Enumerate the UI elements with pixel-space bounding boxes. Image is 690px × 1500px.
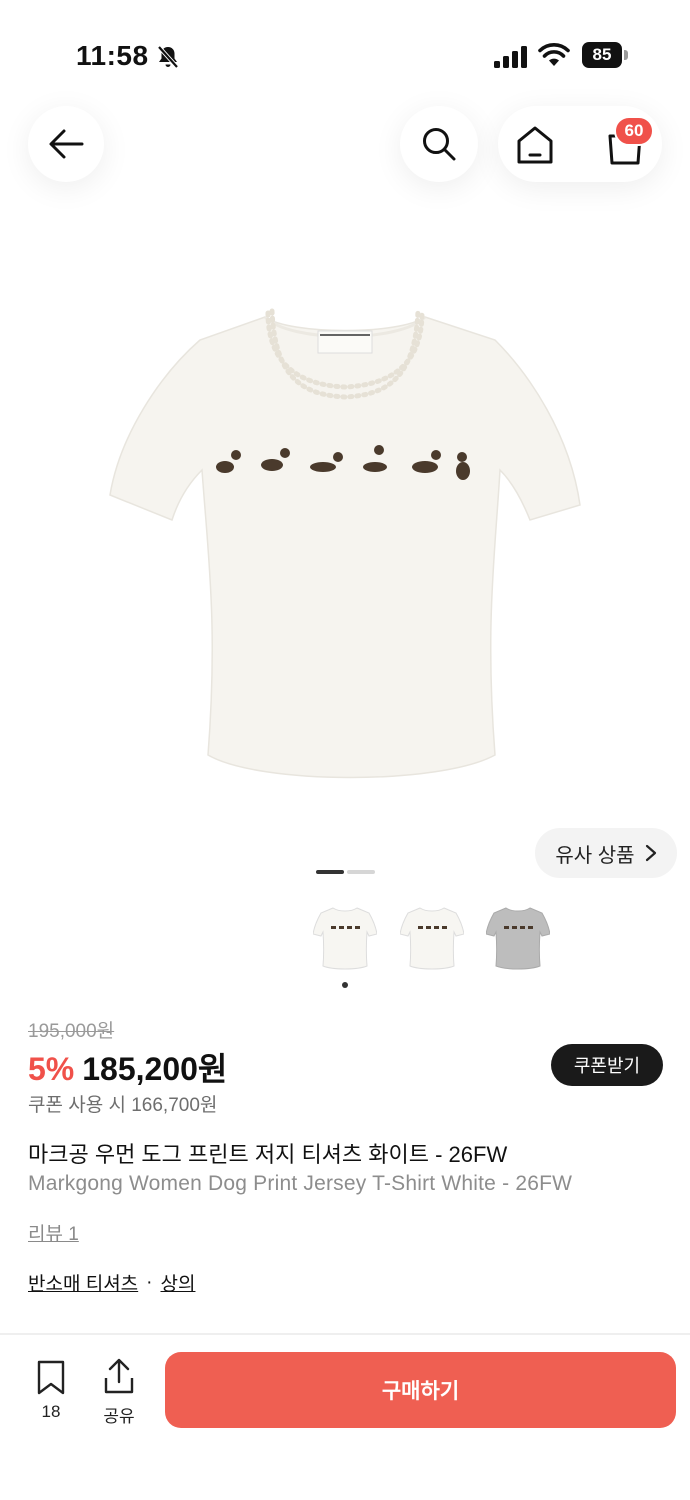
product-title-korean: 마크공 우먼 도그 프린트 저지 티셔츠 화이트 - 26FW bbox=[28, 1142, 508, 1167]
search-icon bbox=[423, 128, 456, 161]
color-thumbnail-white-1[interactable] bbox=[312, 902, 378, 972]
divider bbox=[0, 1333, 690, 1335]
status-bar: 11:58 85 bbox=[0, 0, 690, 100]
sale-price: 185,200원 bbox=[82, 1051, 228, 1087]
buy-button[interactable]: 구매하기 bbox=[165, 1352, 676, 1428]
share-label: 공유 bbox=[103, 1407, 135, 1426]
product-title-english: Markgong Women Dog Print Jersey T-Shirt … bbox=[28, 1172, 573, 1195]
share-icon bbox=[104, 1358, 134, 1394]
color-thumbnail-gray[interactable] bbox=[485, 902, 551, 972]
arrow-left-icon bbox=[49, 129, 84, 159]
review-link[interactable]: 리뷰 1 bbox=[28, 1219, 79, 1246]
page-indicator-active bbox=[316, 870, 344, 874]
category-breadcrumb: 반소매 티셔츠 · 상의 bbox=[28, 1269, 195, 1296]
cart-count-badge: 60 bbox=[614, 116, 654, 146]
bookmark-button[interactable]: 18 bbox=[28, 1360, 74, 1430]
chevron-right-icon bbox=[645, 844, 656, 862]
selected-thumbnail-dot bbox=[342, 982, 348, 988]
bell-off-icon bbox=[157, 45, 179, 69]
status-time: 11:58 bbox=[76, 40, 149, 71]
page-indicator bbox=[347, 870, 375, 874]
coupon-price: 쿠폰 사용 시 166,700원 bbox=[28, 1095, 218, 1116]
wifi-icon bbox=[538, 43, 570, 66]
product-image[interactable] bbox=[100, 295, 590, 795]
category-link-tops[interactable]: 상의 bbox=[161, 1269, 196, 1296]
home-button[interactable] bbox=[512, 124, 558, 166]
price-row: 5% 185,200원 bbox=[28, 1044, 227, 1090]
similar-products-label: 유사 상품 bbox=[555, 844, 635, 867]
color-thumbnail-white-2[interactable] bbox=[399, 902, 465, 972]
back-button[interactable] bbox=[28, 106, 104, 182]
category-separator: · bbox=[146, 1271, 153, 1293]
original-price: 195,000원 bbox=[28, 1021, 115, 1042]
bookmark-icon bbox=[37, 1360, 65, 1395]
home-icon bbox=[517, 126, 553, 164]
get-coupon-button[interactable]: 쿠폰받기 bbox=[551, 1044, 663, 1086]
similar-products-button[interactable]: 유사 상품 bbox=[535, 828, 677, 878]
bookmark-count: 18 bbox=[41, 1402, 61, 1421]
battery-icon: 85 bbox=[582, 42, 628, 68]
search-button[interactable] bbox=[400, 106, 478, 182]
signal-icon bbox=[494, 46, 527, 68]
battery-level: 85 bbox=[582, 42, 622, 68]
discount-rate: 5% bbox=[28, 1051, 75, 1087]
share-button[interactable]: 공유 bbox=[96, 1358, 142, 1430]
category-link-short-sleeve[interactable]: 반소매 티셔츠 bbox=[28, 1269, 138, 1296]
t-shirt-image bbox=[109, 308, 581, 779]
